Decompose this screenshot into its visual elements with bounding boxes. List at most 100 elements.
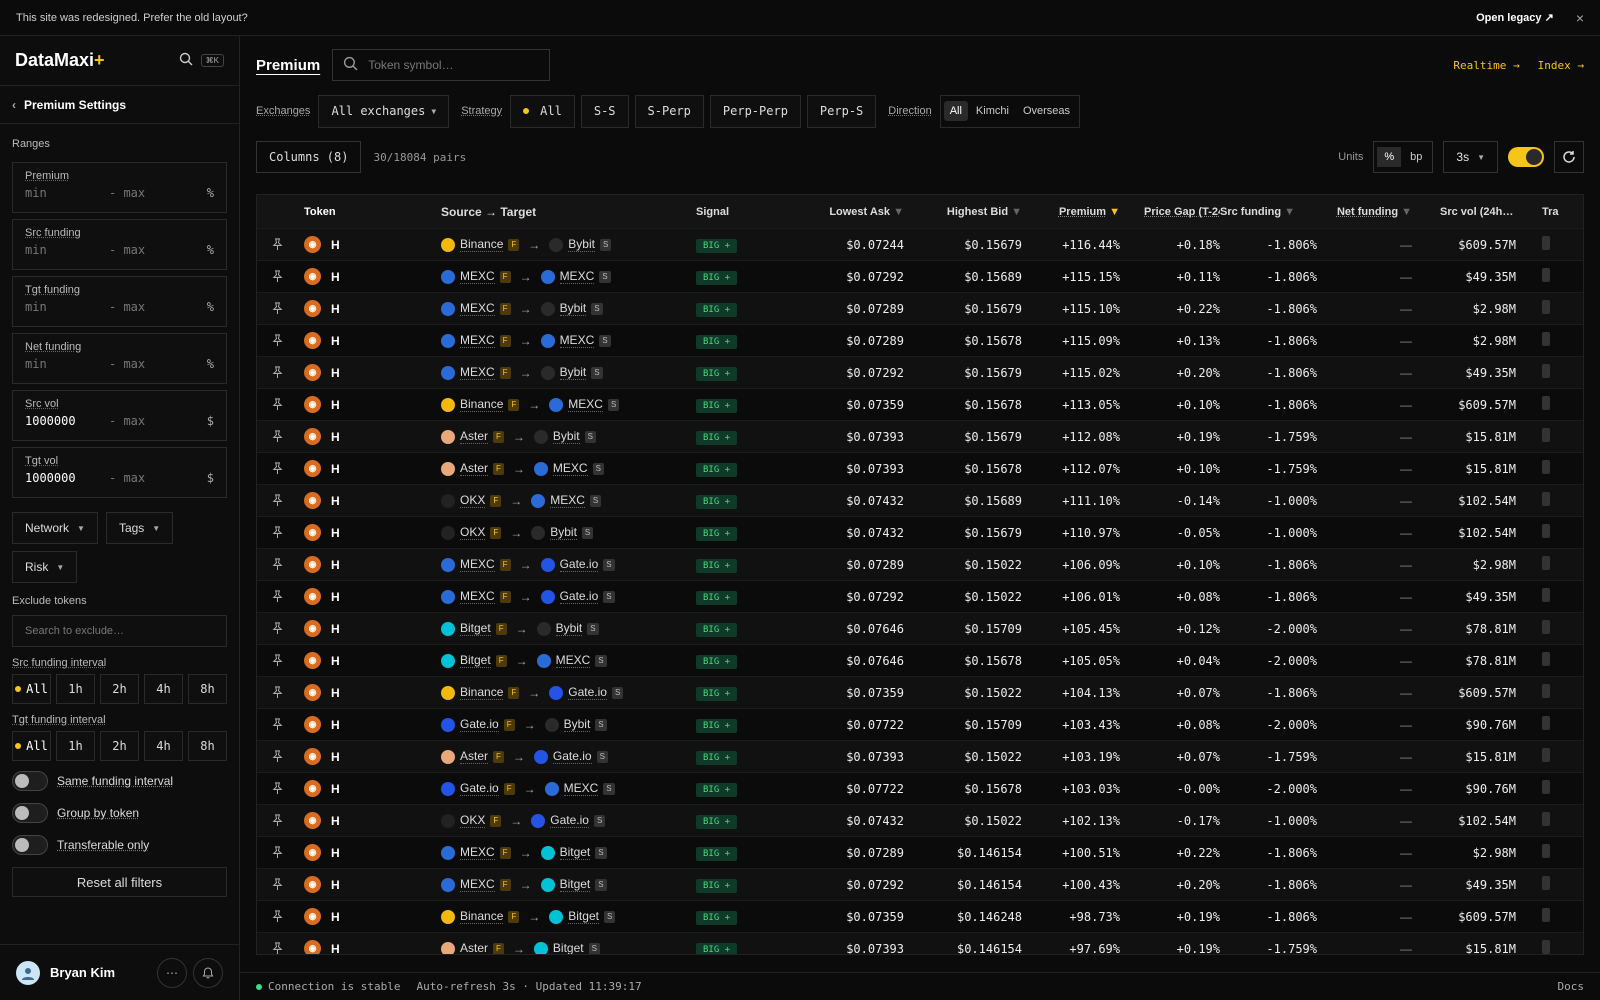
table-row[interactable]: ◉ H Binance F → MEXC S BIG + $0.07359 $0.15678 +11…: [257, 389, 1583, 421]
range-field-net-funding[interactable]: Net funding min - max%: [12, 333, 227, 384]
range-max-input[interactable]: - max: [109, 471, 207, 485]
pin-icon[interactable]: [257, 910, 297, 923]
close-banner-icon[interactable]: ×: [1576, 10, 1584, 26]
network-dropdown[interactable]: Network ▼: [12, 512, 98, 544]
source-exchange[interactable]: Aster: [460, 749, 489, 764]
target-exchange[interactable]: MEXC: [552, 461, 588, 476]
target-exchange[interactable]: Bitget: [568, 909, 599, 924]
range-min-input[interactable]: 1000000: [25, 414, 109, 428]
range-min-input[interactable]: min: [25, 300, 109, 314]
pin-icon[interactable]: [257, 942, 297, 954]
table-row[interactable]: ◉ H MEXC F → Bybit S BIG + $0.07289 $0.15679 +115.…: [257, 293, 1583, 325]
range-max-input[interactable]: - max: [109, 243, 207, 257]
src-int-option-4h[interactable]: 4h: [144, 674, 183, 704]
target-exchange[interactable]: Bitget: [559, 877, 591, 892]
source-exchange[interactable]: Gate.io: [460, 717, 499, 732]
target-exchange[interactable]: Bybit: [559, 365, 587, 380]
target-exchange[interactable]: Bybit: [550, 525, 577, 540]
source-exchange[interactable]: Aster: [460, 941, 488, 954]
target-exchange[interactable]: MEXC: [550, 493, 585, 508]
source-exchange[interactable]: Binance: [460, 237, 504, 252]
pin-icon[interactable]: [257, 558, 297, 571]
col-src-funding[interactable]: Src funding ▼: [1220, 206, 1317, 218]
unit-percent[interactable]: %: [1377, 147, 1402, 167]
tgt-int-option-2h[interactable]: 2h: [100, 731, 139, 761]
table-row[interactable]: ◉ H Aster F → Gate.io S BIG + $0.07393 $0.15022 +1…: [257, 741, 1583, 773]
avatar[interactable]: [16, 960, 40, 985]
strategy-s-perp[interactable]: S-Perp: [634, 94, 704, 128]
docs-link[interactable]: Docs: [1558, 980, 1585, 993]
auto-refresh-toggle[interactable]: [1508, 147, 1544, 167]
source-exchange[interactable]: MEXC: [460, 845, 495, 860]
reset-filters-button[interactable]: Reset all filters: [12, 867, 227, 897]
toggle-switch[interactable]: [12, 771, 48, 791]
range-max-input[interactable]: - max: [109, 300, 207, 314]
table-row[interactable]: ◉ H Aster F → Bitget S BIG + $0.07393 $0.146154 +9…: [257, 933, 1583, 954]
columns-button[interactable]: Columns (8): [256, 141, 362, 173]
col-net-funding[interactable]: Net funding ▼: [1317, 206, 1412, 218]
source-exchange[interactable]: Bitget: [460, 653, 491, 668]
range-min-input[interactable]: min: [25, 357, 109, 371]
source-exchange[interactable]: MEXC: [460, 877, 495, 892]
source-exchange[interactable]: Aster: [460, 429, 489, 444]
pin-icon[interactable]: [257, 718, 297, 731]
col-truncated[interactable]: Tra: [1516, 206, 1559, 218]
pin-icon[interactable]: [257, 334, 297, 347]
range-min-input[interactable]: min: [25, 243, 109, 257]
refresh-icon[interactable]: [1554, 141, 1584, 173]
table-row[interactable]: ◉ H Aster F → Bybit S BIG + $0.07393 $0.15679 +112…: [257, 421, 1583, 453]
toggle-same-funding-interval[interactable]: Same funding interval: [0, 765, 239, 797]
col-token[interactable]: Token: [297, 206, 434, 218]
strategy-perp-perp[interactable]: Perp-Perp: [709, 94, 801, 128]
target-exchange[interactable]: Gate.io: [559, 589, 599, 604]
target-exchange[interactable]: MEXC: [568, 397, 603, 412]
source-exchange[interactable]: Gate.io: [460, 781, 499, 796]
source-exchange[interactable]: Binance: [460, 909, 504, 924]
table-row[interactable]: ◉ H Gate.io F → Bybit S BIG + $0.07722 $0.15709 +1…: [257, 709, 1583, 741]
target-exchange[interactable]: Bybit: [552, 429, 580, 444]
range-min-input[interactable]: min: [25, 186, 109, 200]
table-row[interactable]: ◉ H Aster F → MEXC S BIG + $0.07393 $0.15678 +112.…: [257, 453, 1583, 485]
table-row[interactable]: ◉ H OKX F → MEXC S BIG + $0.07432 $0.15689 +111.10…: [257, 485, 1583, 517]
src-int-option-8h[interactable]: 8h: [188, 674, 227, 704]
source-exchange[interactable]: Binance: [460, 685, 504, 700]
target-exchange[interactable]: Gate.io: [559, 557, 599, 572]
table-row[interactable]: ◉ H MEXC F → Gate.io S BIG + $0.07289 $0.15022 +10…: [257, 549, 1583, 581]
table-row[interactable]: ◉ H Gate.io F → MEXC S BIG + $0.07722 $0.15678 +10…: [257, 773, 1583, 805]
table-row[interactable]: ◉ H MEXC F → MEXC S BIG + $0.07292 $0.15689 +115.1…: [257, 261, 1583, 293]
source-exchange[interactable]: MEXC: [460, 333, 495, 348]
toggle-switch[interactable]: [12, 835, 48, 855]
unit-bp[interactable]: bp: [1403, 147, 1429, 167]
range-field-premium[interactable]: Premium min - max%: [12, 162, 227, 213]
source-exchange[interactable]: OKX: [460, 813, 486, 828]
open-legacy-link[interactable]: Open legacy ↗: [1476, 11, 1554, 24]
col-highest-bid[interactable]: Highest Bid ▼: [904, 206, 1022, 218]
col-signal[interactable]: Signal: [689, 206, 789, 218]
pin-icon[interactable]: [257, 366, 297, 379]
table-row[interactable]: ◉ H Binance F → Bybit S BIG + $0.07244 $0.15679 +1…: [257, 229, 1583, 261]
target-exchange[interactable]: MEXC: [559, 333, 595, 348]
pin-icon[interactable]: [257, 462, 297, 475]
source-exchange[interactable]: MEXC: [460, 557, 495, 572]
range-field-tgt-vol[interactable]: Tgt vol 1000000- max $: [12, 447, 227, 498]
more-options-icon[interactable]: ⋯: [157, 957, 187, 988]
tgt-int-option-1h[interactable]: 1h: [56, 731, 95, 761]
target-exchange[interactable]: Bybit: [555, 621, 583, 636]
pin-icon[interactable]: [257, 814, 297, 827]
source-exchange[interactable]: MEXC: [460, 301, 495, 316]
exchanges-dropdown[interactable]: All exchanges ▼: [318, 94, 450, 128]
source-exchange[interactable]: Binance: [460, 397, 504, 412]
pin-icon[interactable]: [257, 302, 297, 315]
target-exchange[interactable]: Bybit: [559, 301, 587, 316]
tgt-int-option-4h[interactable]: 4h: [144, 731, 183, 761]
strategy-perp-s[interactable]: Perp-S: [806, 94, 877, 128]
index-link[interactable]: Index →: [1538, 59, 1584, 72]
strategy-all[interactable]: All: [510, 94, 575, 128]
pin-icon[interactable]: [257, 494, 297, 507]
direction-overseas[interactable]: Overseas: [1017, 101, 1076, 121]
pin-icon[interactable]: [257, 590, 297, 603]
pin-icon[interactable]: [257, 270, 297, 283]
table-row[interactable]: ◉ H MEXC F → Bybit S BIG + $0.07292 $0.15679 +115.…: [257, 357, 1583, 389]
target-exchange[interactable]: MEXC: [563, 781, 599, 796]
table-row[interactable]: ◉ H Binance F → Bitget S BIG + $0.07359 $0.146248…: [257, 901, 1583, 933]
